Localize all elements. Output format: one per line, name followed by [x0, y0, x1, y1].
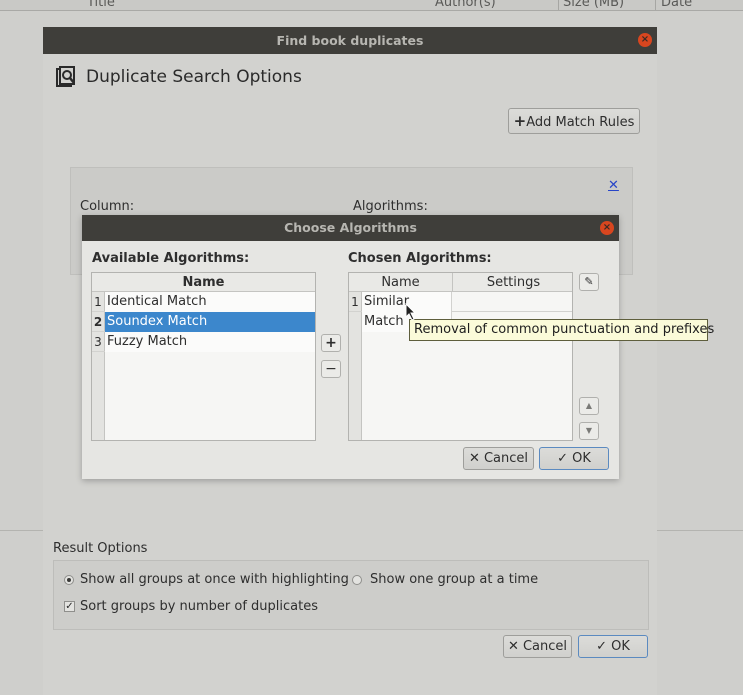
cancel-label: Cancel [483, 451, 529, 466]
dialog-titlebar[interactable]: Choose Algorithms × [82, 215, 619, 241]
ok-button[interactable]: ✓ OK [539, 447, 609, 470]
row-number: 2 [92, 312, 105, 331]
cancel-button[interactable]: ✕ Cancel [463, 447, 534, 470]
algorithm-name: Fuzzy Match [105, 332, 315, 352]
close-icon: ✕ [507, 639, 523, 654]
algorithm-name: Identical Match [105, 292, 315, 312]
add-match-rules-label: Add Match Rules [526, 115, 635, 130]
mouse-cursor-icon [405, 303, 417, 321]
edit-icon[interactable]: ✎ [579, 273, 599, 291]
add-match-rules-button[interactable]: +Add Match Rules [508, 108, 640, 134]
column-title-header[interactable]: Title [87, 0, 115, 10]
plus-icon[interactable]: + [321, 334, 341, 352]
row-number: 1 [349, 292, 362, 311]
ok-button[interactable]: ✓ OK [578, 635, 648, 658]
ok-label: OK [572, 451, 591, 466]
cancel-label: Cancel [522, 639, 568, 654]
arrow-down-icon[interactable]: ▼ [579, 422, 599, 440]
dialog-titlebar[interactable]: Find book duplicates × [43, 27, 657, 54]
radio-show-one-group[interactable] [352, 575, 362, 585]
check-icon: ✓ [596, 639, 612, 654]
table-row[interactable]: 2 Soundex Match [92, 312, 315, 332]
ok-label: OK [611, 639, 630, 654]
cancel-button[interactable]: ✕ Cancel [503, 635, 572, 658]
close-icon: ✕ [468, 451, 484, 466]
dialog-title: Find book duplicates [276, 33, 424, 48]
algorithms-label: Algorithms: [353, 199, 428, 214]
available-name-header[interactable]: Name [92, 273, 315, 292]
radio-show-all-groups[interactable] [64, 575, 74, 585]
remove-rule-icon[interactable]: ✕ [608, 178, 619, 193]
dialog-title: Choose Algorithms [284, 220, 417, 235]
background-table-header: Title Author(s) Size (MB) Date [0, 0, 743, 11]
available-algorithms-table[interactable]: Name 1 Identical Match 2 Soundex Match 3… [91, 272, 316, 441]
check-icon: ✓ [557, 451, 573, 466]
result-options-group [53, 560, 649, 630]
sort-groups-label[interactable]: Sort groups by number of duplicates [80, 599, 318, 614]
column-size-header[interactable]: Size (MB) [563, 0, 624, 10]
chosen-algorithms-label: Chosen Algorithms: [348, 251, 492, 266]
table-row[interactable]: 1 Similar Match [349, 292, 572, 332]
chosen-settings-header[interactable]: Settings [453, 273, 572, 292]
row-number: 3 [92, 332, 105, 351]
row-number: 1 [92, 292, 105, 311]
page-title: Duplicate Search Options [86, 67, 302, 87]
close-icon[interactable]: × [600, 221, 614, 235]
close-icon[interactable]: × [638, 33, 652, 47]
algorithm-name: Soundex Match [105, 312, 315, 332]
chosen-algorithms-table[interactable]: Name Settings 1 Similar Match [348, 272, 573, 441]
available-algorithms-label: Available Algorithms: [92, 251, 250, 266]
table-row[interactable]: 1 Identical Match [92, 292, 315, 312]
tooltip: Removal of common punctuation and prefix… [409, 319, 714, 341]
sort-groups-checkbox[interactable]: ✓ [64, 601, 75, 612]
plus-icon: + [513, 112, 527, 130]
table-row[interactable]: 3 Fuzzy Match [92, 332, 315, 352]
minus-icon[interactable]: − [321, 360, 341, 378]
radio-show-one-label[interactable]: Show one group at a time [370, 572, 538, 587]
choose-algorithms-dialog: Choose Algorithms × Available Algorithms… [82, 215, 619, 479]
column-label: Column: [80, 199, 135, 214]
radio-show-all-label[interactable]: Show all groups at once with highlightin… [80, 572, 349, 587]
search-document-icon [56, 66, 75, 87]
chosen-name-header[interactable]: Name [349, 273, 453, 292]
arrow-up-icon[interactable]: ▲ [579, 397, 599, 415]
column-date-header[interactable]: Date [661, 0, 692, 10]
result-options-label: Result Options [53, 541, 148, 556]
column-authors-header[interactable]: Author(s) [435, 0, 496, 10]
